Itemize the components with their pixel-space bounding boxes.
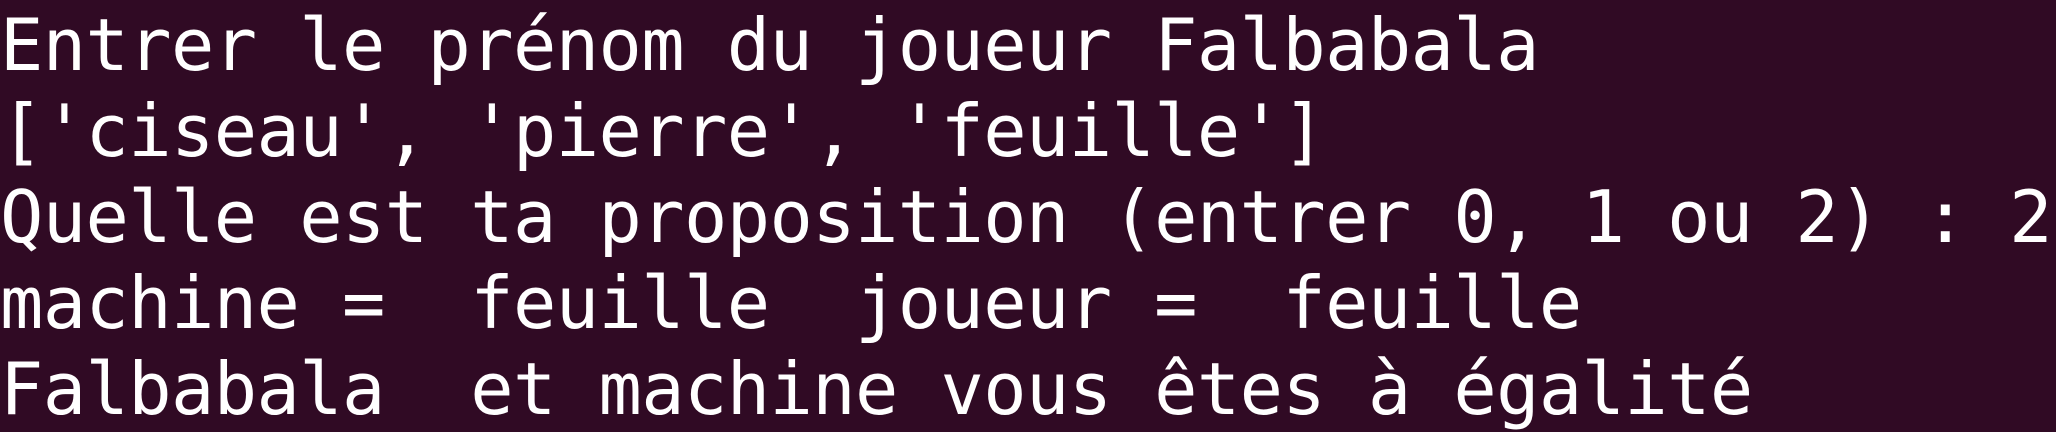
terminal-line-prompt-choice: Quelle est ta proposition (entrer 0, 1 o…: [0, 175, 2052, 259]
terminal-line-result: Falbabala et machine vous êtes à égalité: [0, 347, 1753, 431]
terminal-line-choices-list: ['ciseau', 'pierre', 'feuille']: [0, 89, 1326, 173]
terminal-line-moves: machine = feuille joueur = feuille: [0, 261, 1582, 345]
terminal-window[interactable]: Entrer le prénom du joueur Falbabala ['c…: [0, 0, 2056, 432]
terminal-line-prompt-name: Entrer le prénom du joueur Falbabala: [0, 3, 1540, 87]
